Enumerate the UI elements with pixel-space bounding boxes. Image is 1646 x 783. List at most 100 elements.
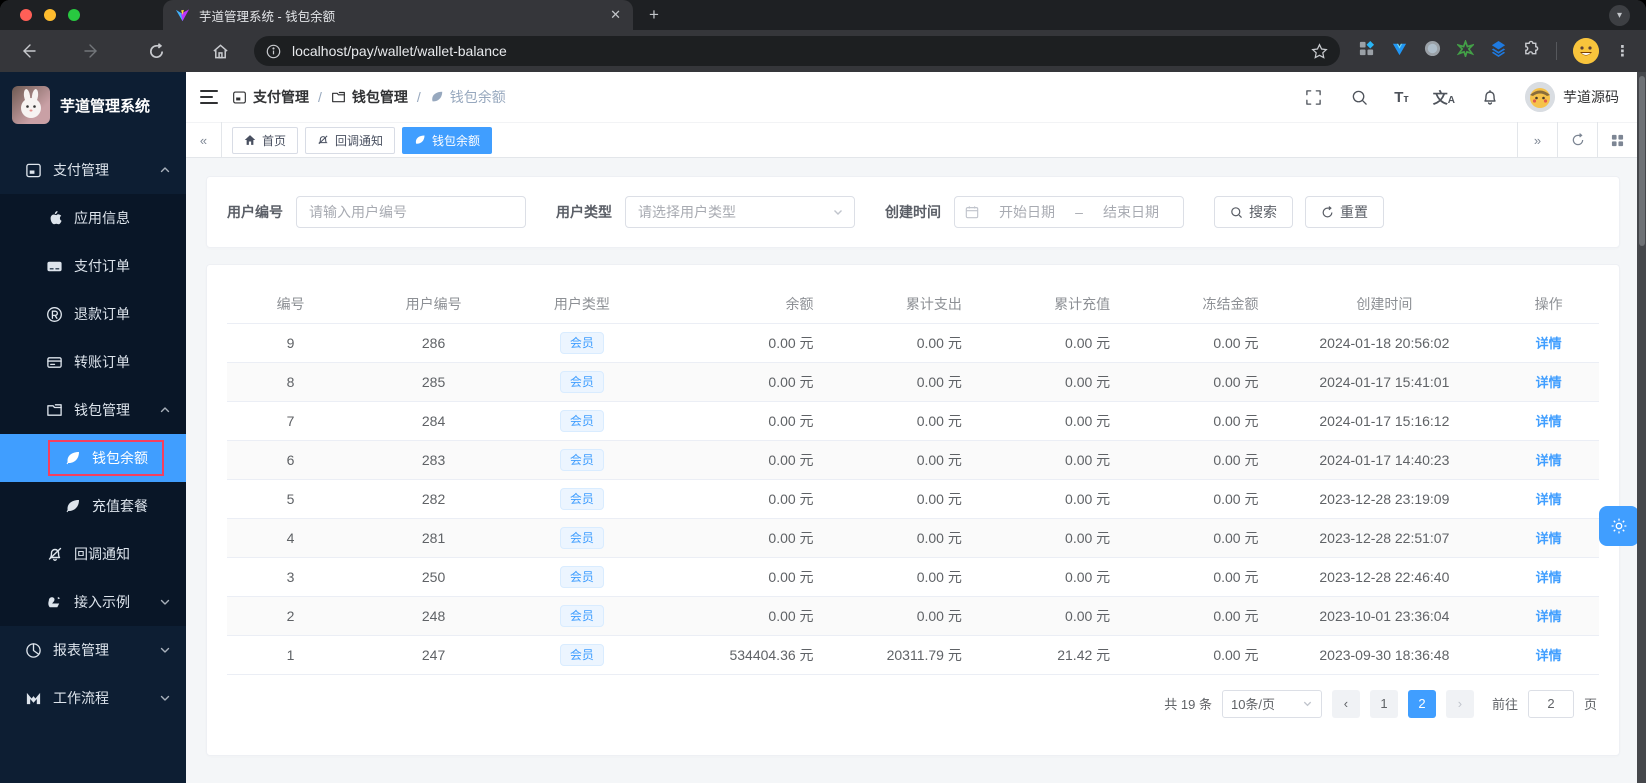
next-page-button[interactable]: ›	[1445, 689, 1474, 718]
detail-link[interactable]: 详情	[1536, 570, 1562, 585]
browser-profile-avatar[interactable]	[1573, 38, 1599, 64]
tags-scroll-left-icon[interactable]: «	[186, 122, 222, 158]
app-logo[interactable]: 芋道管理系统	[0, 72, 186, 132]
font-size-icon[interactable]: Tт	[1394, 89, 1409, 106]
refresh-page-icon[interactable]	[1557, 122, 1597, 158]
cell-total_recharge: 0.00 元	[973, 401, 1123, 441]
zoom-window-button[interactable]	[68, 9, 80, 21]
user-id-input[interactable]	[296, 196, 526, 228]
tag-wallet-balance[interactable]: 钱包余额	[402, 126, 493, 154]
user-type-select[interactable]: 请选择用户类型	[625, 196, 855, 228]
sidebar-item-payment-management[interactable]: 支付管理	[0, 146, 186, 194]
extension-layers-icon[interactable]	[1490, 40, 1507, 62]
active-item-highlight-box: 钱包余额	[48, 440, 164, 476]
home-icon[interactable]	[208, 39, 232, 63]
cell-id: 6	[227, 440, 355, 480]
close-window-button[interactable]	[20, 9, 32, 21]
window-controls	[20, 9, 80, 21]
extensions-puzzle-icon[interactable]	[1523, 40, 1540, 62]
reset-button[interactable]: 重置	[1305, 196, 1384, 228]
theme-settings-fab[interactable]	[1599, 506, 1639, 546]
notification-bell-icon[interactable]	[1479, 86, 1501, 108]
page-scrollbar[interactable]	[1637, 72, 1646, 783]
prev-page-button[interactable]: ‹	[1331, 689, 1360, 718]
cell-total_recharge: 0.00 元	[973, 557, 1123, 597]
sidebar-item-recharge-package[interactable]: 充值套餐	[0, 482, 186, 530]
extension-green-star-icon[interactable]	[1455, 38, 1476, 62]
sidebar-item-transfer-orders[interactable]: 转账订单	[0, 338, 186, 386]
detail-link[interactable]: 详情	[1536, 609, 1562, 624]
create-time-label: 创建时间	[885, 204, 941, 220]
tag-home[interactable]: 首页	[232, 126, 299, 154]
user-avatar	[1525, 82, 1555, 112]
detail-link[interactable]: 详情	[1536, 375, 1562, 390]
fullscreen-icon[interactable]	[1302, 86, 1324, 108]
tags-scroll-right-icon[interactable]: »	[1517, 122, 1557, 158]
reload-icon[interactable]	[144, 39, 168, 63]
sidebar-item-integration-demo[interactable]: 接入示例	[0, 578, 186, 626]
scrollbar-thumb[interactable]	[1638, 76, 1645, 246]
sidebar-item-callback-notify[interactable]: 回调通知	[0, 530, 186, 578]
tab-search-button[interactable]: ▾	[1609, 5, 1630, 26]
cell-user_id: 283	[354, 440, 514, 480]
extension-vue-devtools-icon[interactable]	[1391, 40, 1408, 62]
favicon-vite-icon	[175, 8, 190, 21]
browser-menu-icon[interactable]: ⋮	[1615, 42, 1630, 60]
tags-actions: »	[1517, 122, 1637, 158]
goto-page-input[interactable]	[1527, 689, 1574, 718]
end-date-placeholder: 结束日期	[1102, 204, 1159, 220]
breadcrumb-item[interactable]: 支付管理	[232, 87, 309, 107]
tab-close-icon[interactable]: ✕	[610, 7, 621, 23]
cell-user_id: 247	[354, 635, 514, 675]
user-id-label: 用户编号	[227, 204, 283, 220]
bookmark-star-icon[interactable]	[1311, 42, 1328, 60]
search-icon[interactable]	[1348, 86, 1370, 108]
sidebar-item-label: 应用信息	[74, 210, 130, 226]
column-header: 冻结金额	[1122, 285, 1271, 324]
page-button-1[interactable]: 1	[1369, 689, 1398, 718]
detail-link[interactable]: 详情	[1536, 492, 1562, 507]
page-size-select[interactable]: 10条/页	[1221, 689, 1322, 718]
detail-link[interactable]: 详情	[1536, 453, 1562, 468]
sidebar-item-wallet-management[interactable]: 钱包管理	[0, 386, 186, 434]
detail-link[interactable]: 详情	[1536, 336, 1562, 351]
sidebar-item-wallet-balance[interactable]: 钱包余额	[0, 434, 186, 482]
extension-circle-icon[interactable]	[1424, 40, 1441, 62]
user-type-label: 用户类型	[556, 204, 612, 220]
back-icon[interactable]	[16, 39, 40, 63]
create-time-range-picker[interactable]: 开始日期 – 结束日期	[954, 196, 1184, 228]
sidebar-item-app-info[interactable]: 应用信息	[0, 194, 186, 242]
detail-link[interactable]: 详情	[1536, 414, 1562, 429]
app-root: 芋道管理系统 支付管理 应用信息 支付订单 退款订单 转账订单 钱包管理 钱包余…	[0, 72, 1637, 783]
breadcrumb-item[interactable]: 钱包管理	[331, 87, 408, 107]
cell-action: 详情	[1498, 557, 1599, 597]
cell-frozen_amount: 0.00 元	[1122, 596, 1271, 636]
browser-tab[interactable]: 芋道管理系统 - 钱包余额 ✕	[163, 0, 633, 30]
site-info-icon[interactable]	[266, 44, 281, 59]
new-tab-button[interactable]: +	[649, 4, 659, 26]
language-icon[interactable]: 文A	[1433, 87, 1455, 108]
layout-grid-icon[interactable]	[1597, 122, 1637, 158]
cell-balance: 0.00 元	[650, 323, 826, 363]
tags-list: 首页 回调通知 钱包余额	[222, 126, 493, 154]
url-text[interactable]: localhost/pay/wallet/wallet-balance	[292, 43, 1300, 59]
minimize-window-button[interactable]	[44, 9, 56, 21]
forward-icon[interactable]	[80, 39, 104, 63]
sidebar-item-report-management[interactable]: 报表管理	[0, 626, 186, 674]
column-header: 用户类型	[513, 285, 651, 324]
user-menu[interactable]: 芋道源码	[1525, 82, 1619, 112]
detail-link[interactable]: 详情	[1536, 531, 1562, 546]
search-button[interactable]: 搜索	[1214, 196, 1293, 228]
address-bar[interactable]: localhost/pay/wallet/wallet-balance	[254, 36, 1340, 66]
transfer-card-icon	[46, 354, 63, 371]
extension-grid-icon[interactable]	[1358, 40, 1375, 62]
sidebar-item-payment-orders[interactable]: 支付订单	[0, 242, 186, 290]
sidebar-item-workflow[interactable]: 工作流程	[0, 674, 186, 722]
app-title: 芋道管理系统	[60, 97, 151, 115]
tag-callback-notify[interactable]: 回调通知	[305, 126, 396, 154]
breadcrumb-separator: /	[318, 89, 322, 105]
page-button-2[interactable]: 2	[1407, 689, 1436, 718]
collapse-sidebar-icon[interactable]	[200, 90, 218, 104]
detail-link[interactable]: 详情	[1536, 648, 1562, 663]
sidebar-item-refund-orders[interactable]: 退款订单	[0, 290, 186, 338]
